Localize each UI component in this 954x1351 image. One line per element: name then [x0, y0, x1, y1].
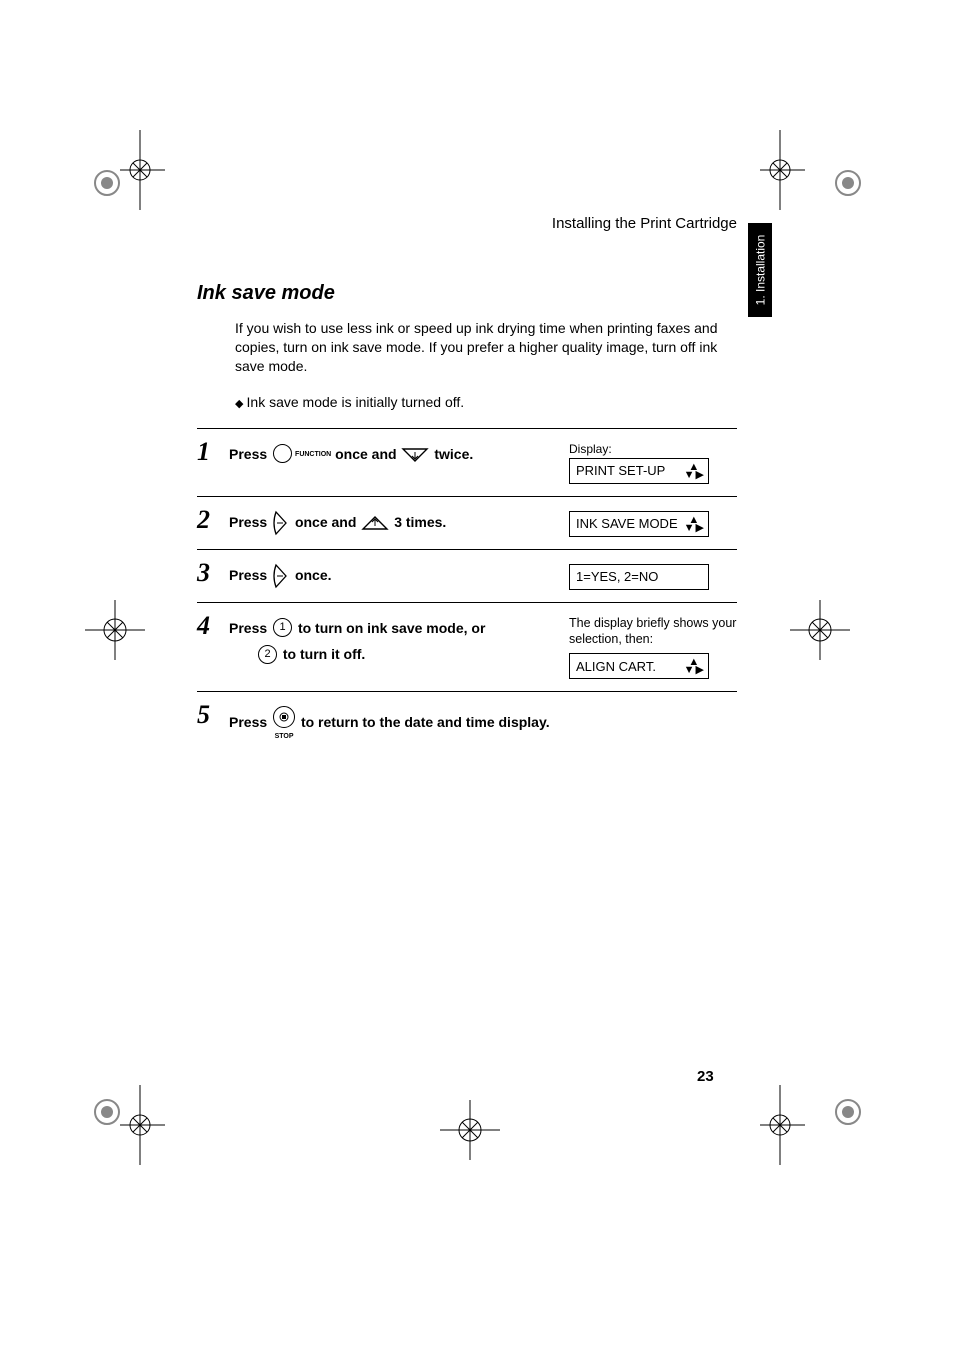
reg-mark: [760, 130, 870, 210]
intro-paragraph: If you wish to use less ink or speed up …: [235, 319, 737, 376]
key-1-icon: 1: [273, 618, 292, 637]
display-label: Display:: [569, 442, 612, 456]
step-instruction: Press 1 to turn on ink save mode, or 2 t…: [229, 613, 569, 668]
scroll-arrows-icon: ▲▼▶: [684, 463, 704, 479]
display-note: The display briefly shows your selection…: [569, 615, 737, 648]
step-row: 2 Press once and 3 times. INK SAVE MODE …: [197, 497, 737, 550]
display-box: ALIGN CART. ▲▼▶: [569, 653, 709, 679]
step-instruction: Press once.: [229, 560, 569, 589]
step-instruction: Press STOP to return to the date and tim…: [229, 702, 737, 743]
stop-key-icon: [273, 706, 295, 728]
step-row: 4 Press 1 to turn on ink save mode, or 2…: [197, 603, 737, 693]
step-row: 3 Press once. 1=YES, 2=NO: [197, 550, 737, 603]
note-bullet: Ink save mode is initially turned off.: [235, 394, 737, 410]
display-box: PRINT SET-UP ▲▼▶: [569, 458, 709, 484]
reg-mark: [760, 1085, 870, 1165]
side-tab-label: 1. Installation: [753, 235, 767, 306]
right-arrow-key-icon: [271, 510, 291, 536]
section-heading: Ink save mode: [197, 282, 737, 305]
reg-mark: [85, 1085, 165, 1165]
function-label: FUNCTION: [295, 451, 331, 458]
scroll-arrows-icon: ▲▼▶: [684, 658, 704, 674]
step-display: 1=YES, 2=NO: [569, 560, 737, 590]
step-number: 1: [197, 439, 229, 465]
step-number: 4: [197, 613, 229, 639]
function-key-icon: [273, 444, 292, 463]
running-head: Installing the Print Cartridge: [197, 215, 737, 232]
reg-mark: [440, 1100, 500, 1160]
display-text: ALIGN CART.: [576, 659, 656, 674]
step-number: 2: [197, 507, 229, 533]
display-box: INK SAVE MODE ▲▼▶: [569, 511, 709, 537]
up-arrow-key-icon: [360, 514, 390, 532]
page-number: 23: [697, 1068, 714, 1085]
reg-mark: [85, 130, 165, 210]
scroll-arrows-icon: ▲▼▶: [684, 516, 704, 532]
step-instruction: Press once and 3 times.: [229, 507, 569, 536]
step-display: INK SAVE MODE ▲▼▶: [569, 507, 737, 537]
step-row: 1 Press FUNCTION once and twice. Display…: [197, 429, 737, 497]
side-tab: 1. Installation: [748, 223, 772, 317]
reg-mark: [790, 600, 850, 660]
stop-label: STOP: [271, 730, 297, 743]
step-display: The display briefly shows your selection…: [569, 613, 737, 680]
right-arrow-key-icon: [271, 563, 291, 589]
display-text: PRINT SET-UP: [576, 463, 665, 478]
down-arrow-key-icon: [400, 446, 430, 464]
step-instruction: Press FUNCTION once and twice.: [229, 439, 569, 468]
steps-table: 1 Press FUNCTION once and twice. Display…: [197, 428, 737, 755]
step-number: 5: [197, 702, 229, 728]
display-box: 1=YES, 2=NO: [569, 564, 709, 590]
display-text: 1=YES, 2=NO: [576, 569, 658, 584]
step-row: 5 Press STOP to return to the date and t…: [197, 692, 737, 755]
step-display: Display: PRINT SET-UP ▲▼▶: [569, 439, 737, 484]
key-2-icon: 2: [258, 645, 277, 664]
reg-mark: [85, 600, 145, 660]
display-text: INK SAVE MODE: [576, 516, 678, 531]
page-content: Installing the Print Cartridge Ink save …: [197, 215, 737, 755]
step-number: 3: [197, 560, 229, 586]
